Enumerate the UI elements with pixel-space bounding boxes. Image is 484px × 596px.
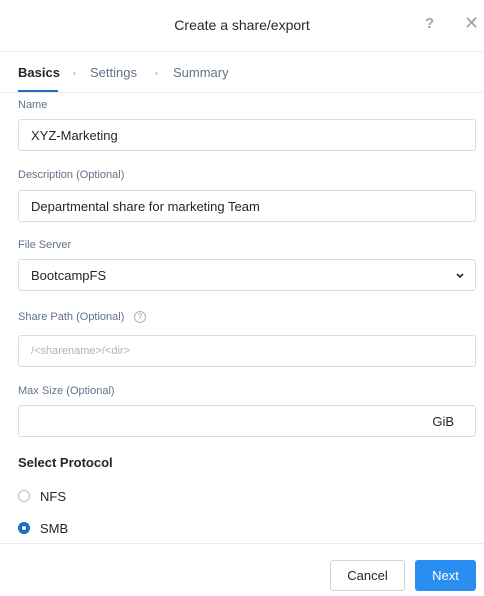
- file-server-label: File Server: [18, 239, 72, 251]
- question-mark-icon[interactable]: ?: [425, 15, 434, 32]
- smb-radio[interactable]: [18, 522, 30, 534]
- info-icon[interactable]: ?: [134, 311, 146, 323]
- description-label: Description (Optional): [18, 169, 125, 181]
- nfs-radio[interactable]: [18, 490, 30, 502]
- select-protocol-heading: Select Protocol: [18, 455, 113, 470]
- share-path-label: Share Path (Optional): [18, 311, 125, 323]
- share-path-input[interactable]: /<sharename>/<dir>: [18, 335, 476, 367]
- nfs-label: NFS: [40, 489, 66, 504]
- max-size-unit: GiB: [432, 414, 454, 429]
- smb-label: SMB: [40, 521, 69, 536]
- name-value: XYZ-Marketing: [31, 128, 118, 143]
- share-path-placeholder: /<sharename>/<dir>: [31, 345, 131, 357]
- description-value: Departmental share for marketing Team: [31, 199, 260, 214]
- tab-settings[interactable]: Settings: [90, 65, 137, 80]
- file-server-select[interactable]: BootcampFS: [18, 259, 476, 291]
- tab-summary[interactable]: Summary: [173, 65, 229, 80]
- max-size-label: Max Size (Optional): [18, 385, 115, 397]
- name-input[interactable]: XYZ-Marketing: [18, 119, 476, 151]
- tab-basics[interactable]: Basics: [18, 65, 60, 80]
- tab-separator: [73, 72, 76, 75]
- description-input[interactable]: Departmental share for marketing Team: [18, 190, 476, 222]
- tab-bar: Basics Settings Summary: [0, 52, 484, 93]
- file-server-value: BootcampFS: [31, 268, 107, 283]
- dialog-title: Create a share/export: [174, 17, 310, 33]
- dialog-header: Create a share/export ? ✕: [0, 0, 484, 52]
- next-button[interactable]: Next: [415, 560, 476, 591]
- dialog-footer: Cancel Next: [0, 543, 484, 596]
- cancel-button[interactable]: Cancel: [330, 560, 405, 591]
- active-tab-indicator: [18, 90, 58, 92]
- name-label: Name: [18, 99, 48, 111]
- close-icon[interactable]: ✕: [464, 14, 479, 32]
- max-size-input[interactable]: GiB: [18, 405, 476, 437]
- tab-separator: [155, 72, 158, 75]
- chevron-down-icon: [455, 268, 465, 287]
